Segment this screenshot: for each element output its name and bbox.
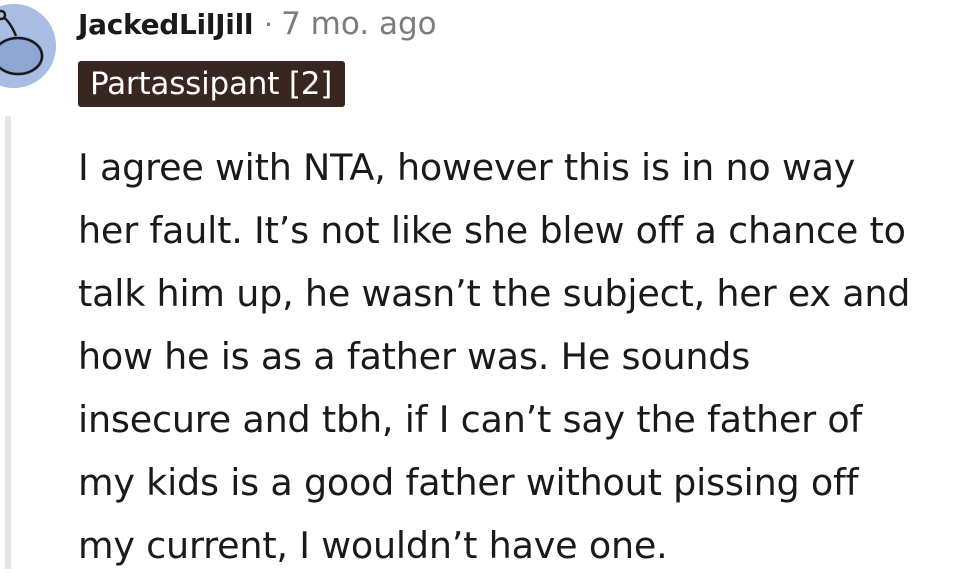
comment-timestamp[interactable]: 7 mo. ago xyxy=(281,6,437,42)
comment-header: JackedLilJill · 7 mo. ago xyxy=(78,2,437,46)
header-separator: · xyxy=(264,7,274,41)
user-flair-badge: Partassipant [2] xyxy=(78,61,346,107)
thread-collapse-line[interactable] xyxy=(5,116,11,569)
author-username[interactable]: JackedLilJill xyxy=(78,8,253,41)
comment-body: I agree with NTA, however this is in no … xyxy=(78,146,911,567)
snoo-avatar-icon xyxy=(0,4,56,88)
avatar[interactable] xyxy=(0,4,56,88)
